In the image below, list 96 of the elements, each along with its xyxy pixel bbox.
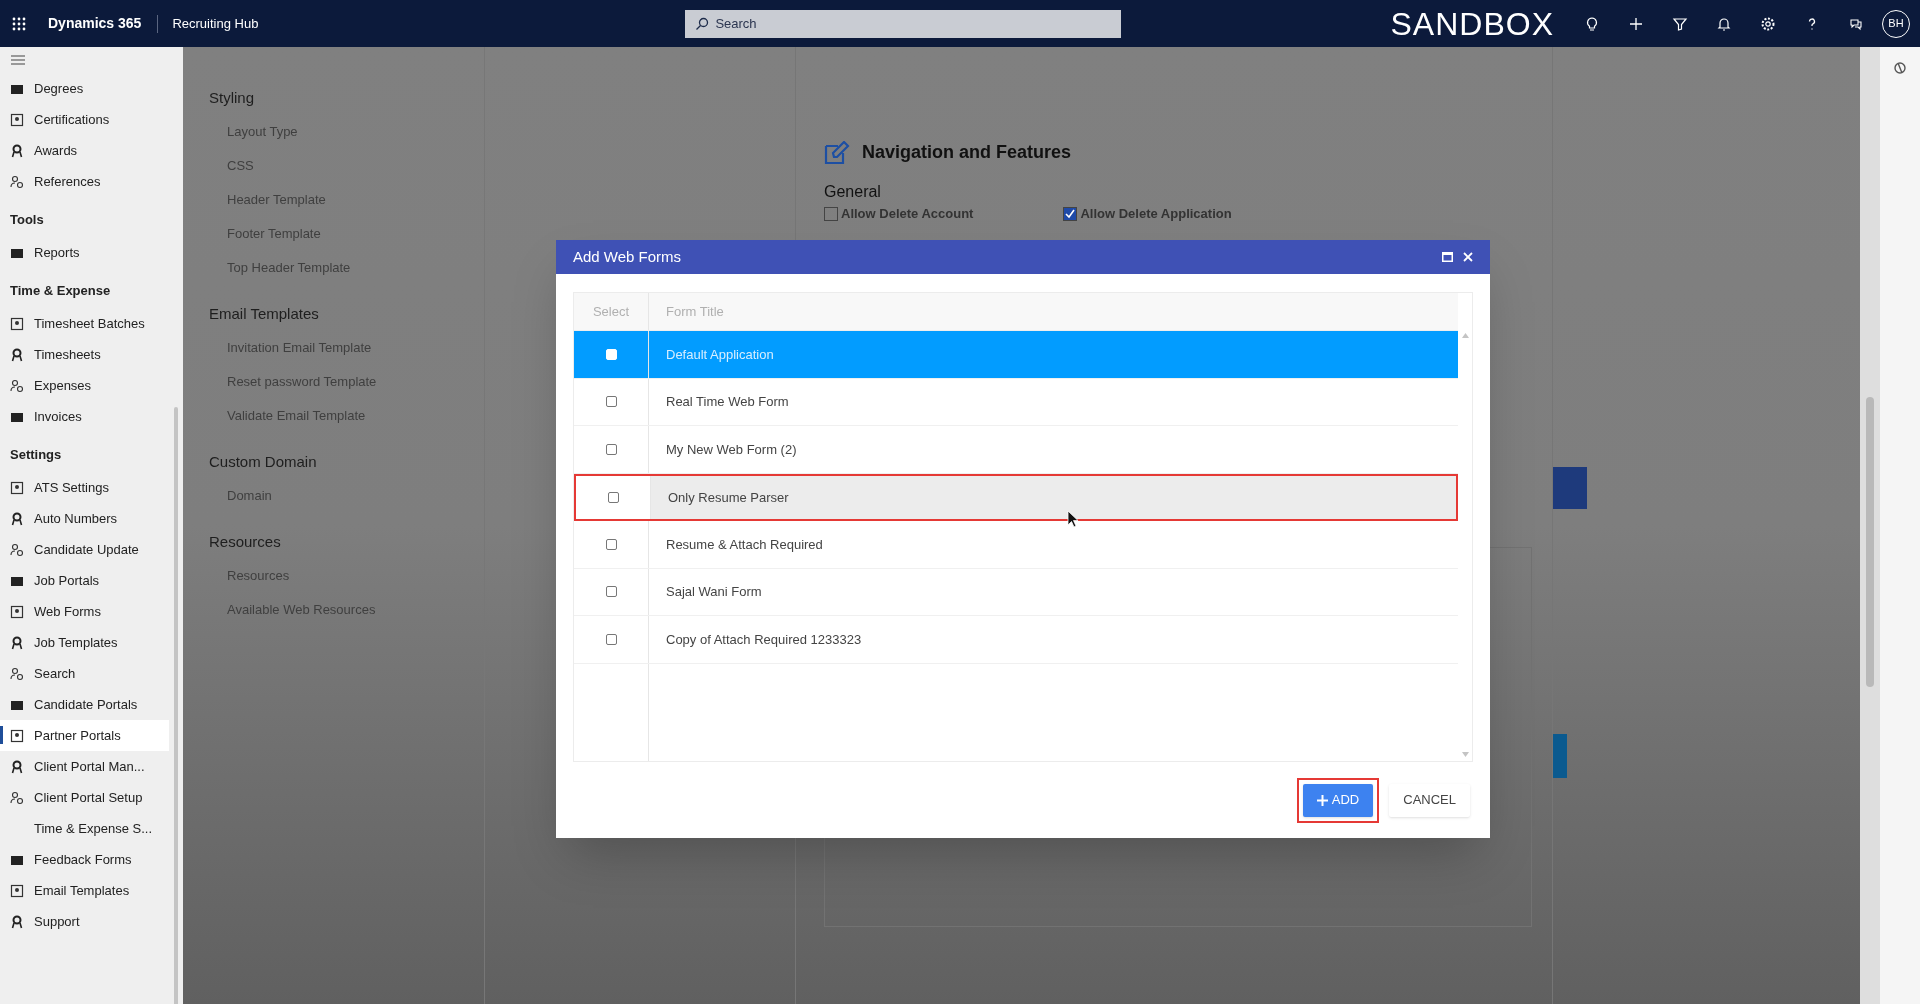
sidebar-item[interactable]: Timesheet Batches <box>0 308 169 339</box>
sidebar-section-title: Time & Expense <box>9 281 112 300</box>
sidebar-item[interactable]: ATS Settings <box>0 472 169 503</box>
sidebar-item[interactable]: Degrees <box>0 73 169 104</box>
plus-icon[interactable] <box>1628 15 1644 32</box>
plus-icon <box>1316 794 1328 806</box>
settings-icon[interactable] <box>1760 15 1776 32</box>
sidebar-item[interactable]: Invoices <box>0 401 169 432</box>
table-cell-text: My New Web Form (2) <box>665 440 798 459</box>
area-name[interactable]: Recruiting Hub <box>172 13 259 34</box>
search-icon <box>695 16 710 31</box>
checkbox[interactable] <box>605 538 617 550</box>
close-icon[interactable] <box>1463 252 1473 262</box>
menu-icon[interactable] <box>11 55 25 65</box>
lightbulb-icon[interactable] <box>1584 15 1600 32</box>
sidebar-item[interactable]: Feedback Forms <box>0 844 169 875</box>
ribbon-icon <box>10 511 24 526</box>
sidebar-item[interactable]: Auto Numbers <box>0 503 169 534</box>
section-heading: Styling <box>209 87 256 108</box>
section-heading: Navigation and Features <box>862 141 1072 164</box>
sidebar-item[interactable]: References <box>0 166 169 197</box>
sidebar-item[interactable]: Partner Portals <box>0 720 169 751</box>
people-icon <box>10 378 24 393</box>
badge-icon <box>10 316 24 331</box>
table-row[interactable]: My New Web Form (2) <box>574 426 1458 474</box>
ribbon-icon <box>10 914 24 929</box>
sidebar-item[interactable]: Reports <box>0 237 169 268</box>
cursor-icon <box>1067 510 1079 528</box>
sidebar-item[interactable]: Time & Expense S... <box>0 813 169 844</box>
bell-icon[interactable] <box>1716 15 1732 32</box>
ribbon-icon <box>10 143 24 158</box>
filter-icon[interactable] <box>1672 15 1688 32</box>
sidebar-item[interactable]: Client Portal Man... <box>0 751 169 782</box>
checkmark-icon <box>1065 208 1076 219</box>
badge-icon <box>10 728 24 743</box>
table-row[interactable]: Copy of Attach Required 1233323 <box>574 616 1458 664</box>
checkbox-label: Allow Delete Account <box>841 205 974 223</box>
table-cell-text: Default Application <box>665 345 775 364</box>
table-row[interactable]: Resume & Attach Required <box>574 521 1458 569</box>
people-icon <box>10 790 24 805</box>
table-cell-text: Resume & Attach Required <box>665 535 824 554</box>
sidebar-item[interactable]: Awards <box>0 135 169 166</box>
cancel-button[interactable]: CANCEL <box>1389 783 1470 817</box>
ribbon-icon <box>10 759 24 774</box>
sidebar-item[interactable]: Job Templates <box>0 627 169 658</box>
checkbox[interactable] <box>824 206 838 221</box>
section-heading: Custom Domain <box>209 451 318 472</box>
section-heading: Resources <box>209 531 282 552</box>
checkbox[interactable] <box>605 586 617 598</box>
sidebar-item[interactable]: Certifications <box>0 104 169 135</box>
ribbon-icon <box>10 347 24 362</box>
sidebar-item[interactable]: Email Templates <box>0 875 169 906</box>
people-icon <box>10 174 24 189</box>
sidebar-item[interactable]: Search <box>0 658 169 689</box>
table-row[interactable]: Only Resume Parser <box>574 473 1458 521</box>
section-heading: Email Templates <box>209 303 320 324</box>
sidebar-scrollbar[interactable] <box>174 407 178 1004</box>
environment-label: SANDBOX <box>1390 4 1554 44</box>
sidebar-section-title: Tools <box>9 210 45 229</box>
table-cell-text: Only Resume Parser <box>667 488 790 507</box>
sidebar-item[interactable]: Support <box>0 906 169 937</box>
search-field[interactable]: Search <box>685 9 1122 38</box>
table-row[interactable]: Real Time Web Form <box>574 378 1458 426</box>
table-cell-text: Real Time Web Form <box>665 393 790 411</box>
table-cell-text: Copy of Attach Required 1233323 <box>665 630 863 649</box>
scrollbar-thumb[interactable] <box>1866 397 1874 687</box>
add-button[interactable]: ADD <box>1302 783 1374 817</box>
sidebar-item[interactable]: Client Portal Setup <box>0 782 169 813</box>
sidebar-item[interactable]: Expenses <box>0 370 169 401</box>
sidebar-item[interactable]: Timesheets <box>0 339 169 370</box>
sidebar-item[interactable]: Web Forms <box>0 596 169 627</box>
app-name[interactable]: Dynamics 365 <box>48 13 142 34</box>
people-icon <box>10 666 24 681</box>
checkbox[interactable] <box>1063 206 1078 221</box>
checkbox[interactable] <box>607 491 619 503</box>
edit-icon <box>824 140 850 165</box>
badge-icon <box>10 112 24 127</box>
table-row[interactable]: Sajal Wani Form <box>574 568 1458 616</box>
ribbon-icon <box>10 635 24 650</box>
checkbox[interactable] <box>605 633 617 645</box>
maximize-icon[interactable] <box>1442 252 1453 262</box>
app-launcher-icon[interactable] <box>12 16 26 31</box>
table-cell-text: Sajal Wani Form <box>665 583 763 601</box>
checkbox[interactable] <box>605 443 617 455</box>
badge-icon <box>10 604 24 619</box>
sidebar-section-title: Settings <box>9 445 63 464</box>
dialog-title: Add Web Forms <box>573 246 682 267</box>
badge-icon <box>10 883 24 898</box>
people-icon <box>10 542 24 557</box>
checkbox-label: Allow Delete Application <box>1080 205 1232 223</box>
group-label: General <box>824 182 881 202</box>
sidebar-item[interactable]: Candidate Update <box>0 534 169 565</box>
badge-icon <box>10 480 24 495</box>
sidebar-item[interactable]: Candidate Portals <box>0 689 169 720</box>
sidebar-item[interactable]: Job Portals <box>0 565 169 596</box>
checkbox[interactable] <box>605 396 617 408</box>
